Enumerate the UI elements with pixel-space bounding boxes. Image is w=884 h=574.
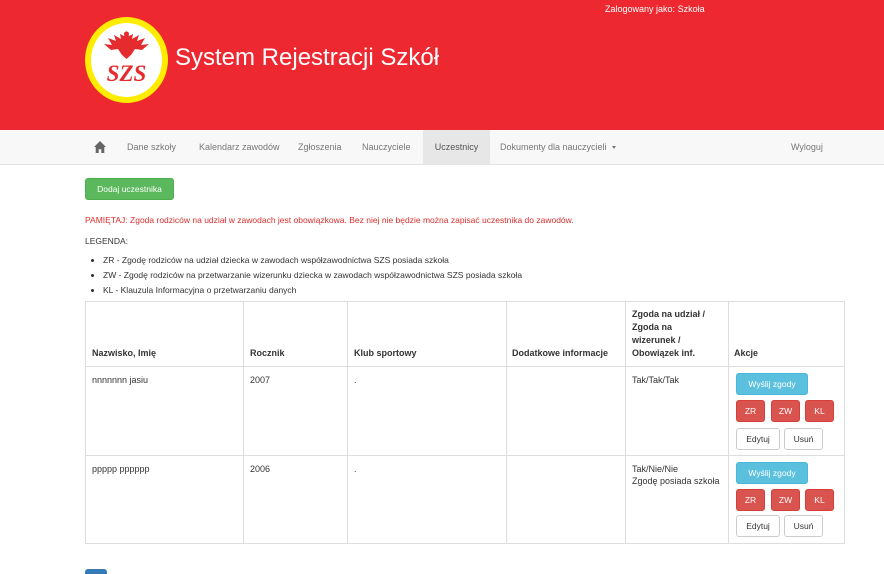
th-year[interactable]: Rocznik xyxy=(250,348,285,358)
th-info[interactable]: Dodatkowe informacje xyxy=(512,348,608,358)
logo-text: SZS xyxy=(106,61,147,86)
delete-button[interactable]: Usuń xyxy=(784,428,823,450)
nav-zgloszenia[interactable]: Zgłoszenia xyxy=(298,130,342,164)
delete-button[interactable]: Usuń xyxy=(784,515,823,537)
nav-uczestnicy[interactable]: Uczestnicy xyxy=(423,130,490,164)
col-divider xyxy=(243,302,244,543)
col-divider xyxy=(347,302,348,543)
header: Zalogowany jako: Szkoła SZS System Rejes… xyxy=(0,0,884,130)
th-club[interactable]: Klub sportowy xyxy=(354,348,417,358)
cell-year: 2007 xyxy=(250,375,271,385)
szs-logo[interactable]: SZS xyxy=(85,17,168,103)
zr-button[interactable]: ZR xyxy=(736,400,765,422)
login-info: Zalogowany jako: Szkoła xyxy=(605,4,705,14)
nav-nauczyciele[interactable]: Nauczyciele xyxy=(362,130,411,164)
pagination-button[interactable] xyxy=(85,569,107,574)
nav-dane-szkoly[interactable]: Dane szkoły xyxy=(127,130,176,164)
col-divider xyxy=(506,302,507,543)
logo-inner: SZS xyxy=(91,23,162,97)
send-consents-button[interactable]: Wyślij zgody xyxy=(736,373,808,395)
zr-button[interactable]: ZR xyxy=(736,489,765,511)
col-divider xyxy=(728,302,729,543)
nav-logout[interactable]: Wyloguj xyxy=(791,130,823,164)
th-consent-line: Obowiązek inf. xyxy=(632,348,696,358)
col-divider xyxy=(625,302,626,543)
th-consent[interactable]: Zgoda na udział / Zgoda na wizerunek / O… xyxy=(632,308,705,360)
send-consents-button[interactable]: Wyślij zgody xyxy=(736,462,808,484)
edit-button[interactable]: Edytuj xyxy=(736,515,780,537)
consent-status: Tak/Nie/Nie xyxy=(632,464,679,474)
legend-list: ZR - Zgodę rodziców na udział dziecka w … xyxy=(103,254,522,299)
cell-club: . xyxy=(354,464,357,474)
legend-item-zr: ZR - Zgodę rodziców na udział dziecka w … xyxy=(103,254,522,269)
cell-club: . xyxy=(354,375,357,385)
zw-button[interactable]: ZW xyxy=(771,400,800,422)
consent-warning: PAMIĘTAJ: Zgoda rodziców na udział w zaw… xyxy=(85,215,574,225)
add-participant-button[interactable]: Dodaj uczestnika xyxy=(85,178,174,200)
legend-title: LEGENDA: xyxy=(85,236,128,246)
navbar: Dane szkoły Kalendarz zawodów Zgłoszenia… xyxy=(0,130,884,165)
th-actions: Akcje xyxy=(734,348,759,358)
edit-button[interactable]: Edytuj xyxy=(736,428,780,450)
cell-name: ppppp pppppp xyxy=(92,464,150,474)
cell-consent: Tak/Nie/Nie Zgodę posiada szkoła xyxy=(632,463,720,487)
th-name[interactable]: Nazwisko, Imię xyxy=(92,348,156,358)
th-consent-line: wizerunek / xyxy=(632,335,681,345)
participants-table: Nazwisko, Imię Rocznik Klub sportowy Dod… xyxy=(85,301,845,544)
caret-down-icon xyxy=(612,146,617,150)
th-consent-line: Zgoda na udział / xyxy=(632,309,706,319)
nav-dokumenty-label: Dokumenty dla nauczycieli xyxy=(500,142,607,152)
eagle-icon xyxy=(104,31,149,59)
th-consent-line: Zgoda na xyxy=(632,322,672,332)
consent-status: Tak/Tak/Tak xyxy=(632,375,680,385)
consent-note: Zgodę posiada szkoła xyxy=(632,476,720,486)
nav-kalendarz-zawodow[interactable]: Kalendarz zawodów xyxy=(199,130,280,164)
row-divider xyxy=(86,455,844,456)
cell-consent: Tak/Tak/Tak xyxy=(632,374,679,386)
cell-name: nnnnnnn jasiu xyxy=(92,375,149,385)
cell-year: 2006 xyxy=(250,464,271,474)
kl-button[interactable]: KL xyxy=(805,489,834,511)
legend-item-zw: ZW - Zgodę rodziców na przetwarzanie wiz… xyxy=(103,269,522,284)
login-label: Zalogowany jako: xyxy=(605,4,676,14)
header-row-divider xyxy=(86,366,844,367)
home-icon[interactable] xyxy=(93,140,107,154)
legend-item-kl: KL - Klauzula Informacyjna o przetwarzan… xyxy=(103,284,522,299)
nav-dokumenty-dropdown[interactable]: Dokumenty dla nauczycieli xyxy=(500,130,617,164)
site-title: System Rejestracji Szkół xyxy=(175,44,440,71)
kl-button[interactable]: KL xyxy=(805,400,834,422)
zw-button[interactable]: ZW xyxy=(771,489,800,511)
login-user: Szkoła xyxy=(677,4,705,14)
